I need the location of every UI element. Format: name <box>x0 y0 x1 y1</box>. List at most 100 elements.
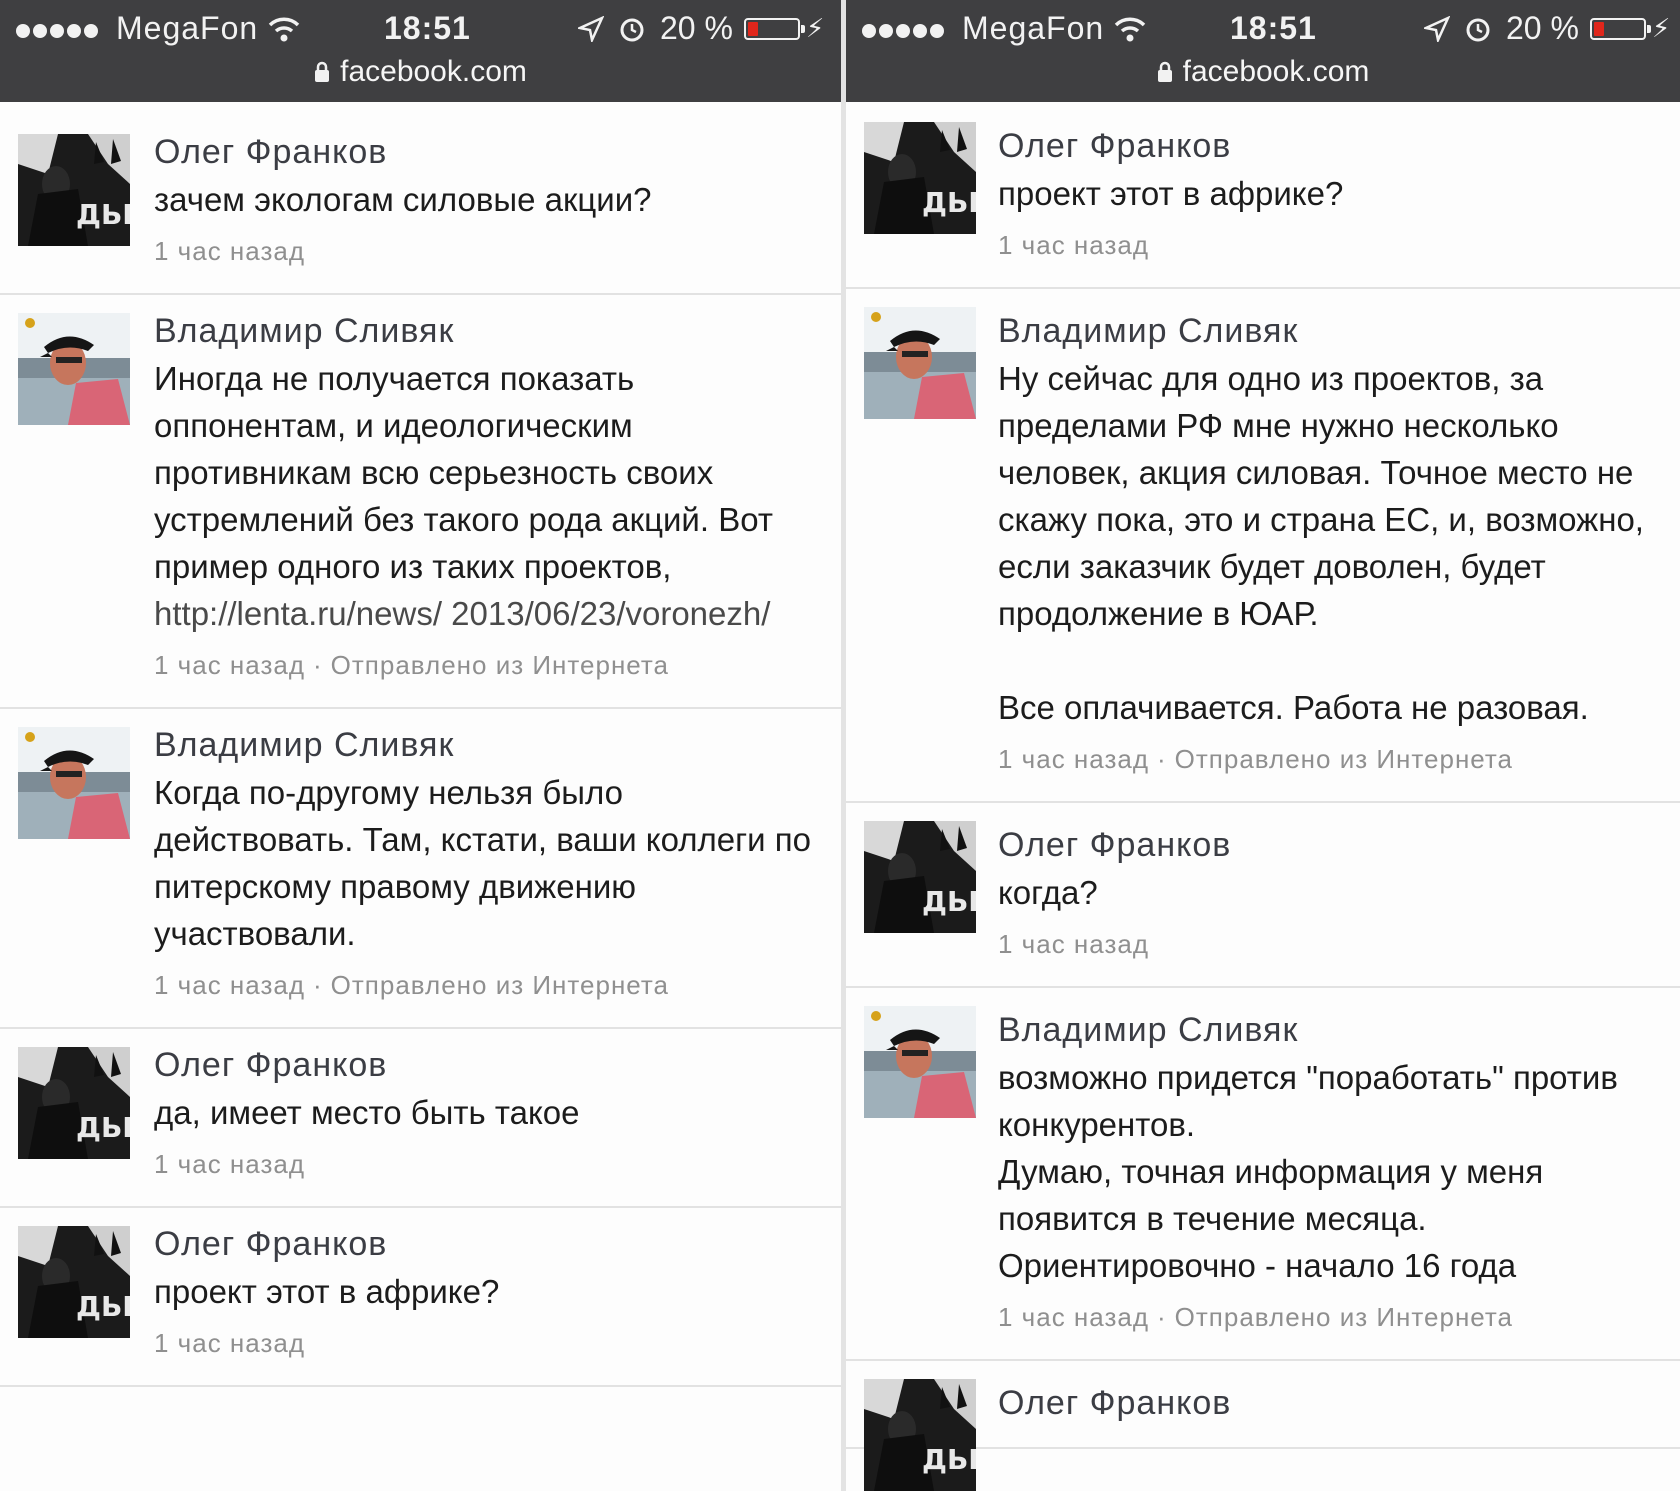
comment-author[interactable]: Олег Франков <box>998 122 1670 170</box>
comment-text: возможно придется "поработать" против ко… <box>998 1054 1670 1289</box>
comment-author[interactable]: Владимир Сливяк <box>154 307 831 355</box>
comment-body: возможно придется "поработать" против ко… <box>998 1059 1618 1284</box>
clock: 18:51 <box>384 10 471 46</box>
avatar[interactable]: ДЬЕ <box>18 1226 130 1338</box>
comment-text: проект этот в африке? <box>998 170 1670 217</box>
comment-author[interactable]: Олег Франков <box>154 128 831 176</box>
charging-bolt-icon: ⚡ <box>1652 13 1671 43</box>
battery-icon <box>1590 18 1651 40</box>
meta-separator: · <box>313 970 323 1000</box>
comment-body: проект этот в африке? <box>154 1273 500 1310</box>
wifi-icon <box>1114 17 1146 42</box>
meta-separator: · <box>1157 744 1167 774</box>
comment-meta: 1 час назад <box>154 1142 831 1186</box>
comment-timestamp[interactable]: 1 час назад <box>154 1149 305 1179</box>
comment-body: зачем экологам силовые акции? <box>154 181 652 218</box>
avatar[interactable] <box>18 727 130 839</box>
comment-item: ДЬЕ Олег Франков проект этот в африке? 1 ча… <box>846 104 1680 289</box>
comment-author[interactable]: Олег Франков <box>154 1041 831 1089</box>
right-screenshot: MegaFon 18:51 20 % ⚡ facebook.com ДЬЕ Оле… <box>846 0 1680 1491</box>
carrier-name: MegaFon <box>116 10 259 46</box>
comment-author[interactable]: Владимир Сливяк <box>998 307 1670 355</box>
avatar[interactable] <box>864 307 976 419</box>
comment-text: Ну сейчас для одно из проектов, за преде… <box>998 355 1670 731</box>
comment-author[interactable]: Олег Франков <box>154 1220 831 1268</box>
svg-text:ДЬЕ: ДЬЕ <box>922 186 976 219</box>
comment-author[interactable]: Владимир Сливяк <box>154 721 831 769</box>
comment-body: Когда по-другому нельзя было действовать… <box>154 774 821 952</box>
comment-item: ДЬЕ Олег Франков <box>846 1361 1680 1491</box>
avatar[interactable] <box>18 313 130 425</box>
comment-timestamp[interactable]: 1 час назад <box>998 1302 1149 1332</box>
comment-item: ДЬЕ Олег Франков да, имеет место быть тако… <box>0 1029 841 1208</box>
comment-author[interactable]: Олег Франков <box>998 821 1670 869</box>
comment-timestamp[interactable]: 1 час назад <box>998 230 1149 260</box>
comment-timestamp[interactable]: 1 час назад <box>154 236 305 266</box>
comment-body: когда? <box>998 874 1098 911</box>
url-text: facebook.com <box>340 55 527 88</box>
comment-timestamp[interactable]: 1 час назад <box>154 970 305 1000</box>
comment-meta: 1 час назад <box>154 1321 831 1365</box>
comment-item: Владимир Сливяк Ну сейчас для одно из про… <box>846 289 1680 803</box>
comment-meta: 1 час назад <box>998 922 1670 966</box>
battery-level-fill <box>748 22 758 36</box>
comment-timestamp[interactable]: 1 час назад <box>998 744 1149 774</box>
lock-icon <box>315 61 330 82</box>
lock-icon <box>1157 61 1172 82</box>
comment-timestamp[interactable]: 1 час назад <box>998 929 1149 959</box>
svg-text:ДЬЕ: ДЬЕ <box>76 198 130 231</box>
signal-strength-icon <box>862 6 947 50</box>
address-bar[interactable]: facebook.com <box>0 50 841 94</box>
left-screenshot: MegaFon 18:51 20 % ⚡ facebook.com ДЬЕ Оле… <box>0 0 841 1491</box>
wifi-icon <box>268 17 300 42</box>
battery-percentage: 20 % <box>660 10 733 46</box>
comment-meta: 1 час назад <box>998 223 1670 267</box>
svg-text:ДЬЕ: ДЬЕ <box>76 1111 130 1144</box>
alarm-clock-icon <box>620 18 644 42</box>
svg-text:ДЬЕ: ДЬЕ <box>76 1290 130 1323</box>
status-bar: MegaFon 18:51 20 % ⚡ facebook.com <box>846 0 1680 102</box>
comment-author[interactable]: Олег Франков <box>998 1379 1670 1427</box>
comment-timestamp[interactable]: 1 час назад <box>154 1328 305 1358</box>
battery-icon <box>744 18 805 40</box>
svg-text:ДЬЕ: ДЬЕ <box>922 1443 976 1476</box>
comment-meta: 1 час назад · Отправлено из Интернета <box>998 1295 1670 1339</box>
comment-meta: 1 час назад · Отправлено из Интернета <box>998 737 1670 781</box>
status-bar: MegaFon 18:51 20 % ⚡ facebook.com <box>0 0 841 102</box>
avatar[interactable]: ДЬЕ <box>864 1379 976 1491</box>
comment-item: Владимир Сливяк возможно придется "порабо… <box>846 988 1680 1361</box>
avatar[interactable] <box>864 1006 976 1118</box>
avatar[interactable]: ДЬЕ <box>18 134 130 246</box>
battery-level-fill <box>1594 22 1604 36</box>
alarm-clock-icon <box>1466 18 1490 42</box>
comment-item: ДЬЕ Олег Франков зачем экологам силовые ак… <box>0 116 841 295</box>
battery-percentage: 20 % <box>1506 10 1579 46</box>
comment-link[interactable]: http://lenta.ru/news/ 2013/06/23/voronez… <box>154 595 770 632</box>
svg-text:ДЬЕ: ДЬЕ <box>922 885 976 918</box>
comment-timestamp[interactable]: 1 час назад <box>154 650 305 680</box>
comment-meta: 1 час назад · Отправлено из Интернета <box>154 963 831 1007</box>
signal-strength-icon <box>16 6 101 50</box>
meta-separator: · <box>1157 1302 1167 1332</box>
comment-thread: ДЬЕ Олег Франков зачем экологам силовые ак… <box>0 116 841 1387</box>
charging-bolt-icon: ⚡ <box>806 13 825 43</box>
comment-text: да, имеет место быть такое <box>154 1089 831 1136</box>
comment-body: Ну сейчас для одно из проектов, за преде… <box>998 360 1644 726</box>
comment-item: ДЬЕ Олег Франков когда? 1 час назад <box>846 803 1680 988</box>
avatar[interactable]: ДЬЕ <box>864 122 976 234</box>
comment-text: проект этот в африке? <box>154 1268 831 1315</box>
comment-text: когда? <box>998 869 1670 916</box>
comment-text: зачем экологам силовые акции? <box>154 176 831 223</box>
comment-meta: 1 час назад · Отправлено из Интернета <box>154 643 831 687</box>
comment-text: Когда по-другому нельзя было действовать… <box>154 769 831 957</box>
avatar[interactable]: ДЬЕ <box>864 821 976 933</box>
comment-source: Отправлено из Интернета <box>330 650 669 680</box>
comment-item: ДЬЕ Олег Франков проект этот в африке? 1 ча… <box>0 1208 841 1387</box>
location-arrow-icon <box>578 16 604 42</box>
address-bar[interactable]: facebook.com <box>846 50 1680 94</box>
comment-item: Владимир Сливяк Когда по-другому нельзя б… <box>0 709 841 1029</box>
comment-body: проект этот в африке? <box>998 175 1344 212</box>
comment-author[interactable]: Владимир Сливяк <box>998 1006 1670 1054</box>
avatar[interactable]: ДЬЕ <box>18 1047 130 1159</box>
clock: 18:51 <box>1230 10 1317 46</box>
